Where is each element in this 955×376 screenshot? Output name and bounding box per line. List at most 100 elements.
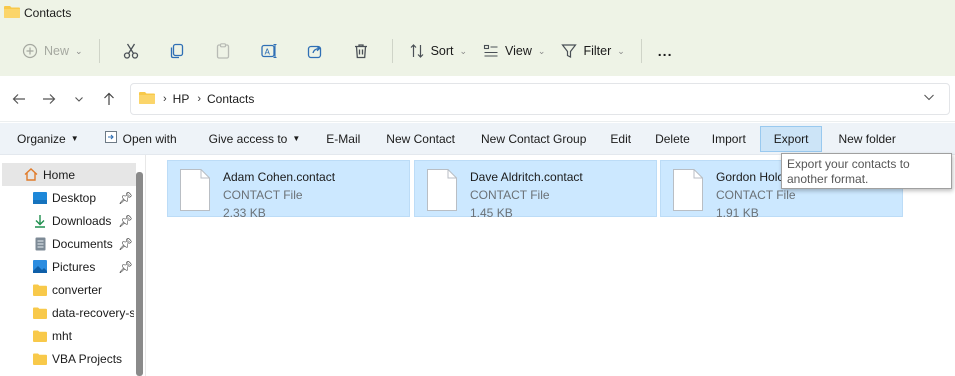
sidebar-item-label: data-recovery-sc — [52, 305, 134, 320]
open-with-icon — [104, 131, 117, 146]
pin-icon[interactable]: 📌︎ — [118, 255, 133, 278]
delete-label: Delete — [655, 131, 690, 146]
new-folder-button[interactable]: New folder — [828, 126, 905, 152]
folder-icon — [139, 91, 155, 107]
rename-button[interactable]: A — [246, 35, 292, 67]
paste-button[interactable] — [200, 35, 246, 67]
more-icon: ... — [657, 43, 673, 59]
file-icon — [427, 169, 457, 211]
email-button[interactable]: E-Mail — [316, 126, 370, 152]
filter-icon — [561, 43, 578, 59]
folder-icon — [33, 329, 47, 343]
command-bar: New ⌄ A Sort ⌄ View ⌄ Filter ⌄ ... — [0, 26, 955, 76]
edit-button[interactable]: Edit — [600, 126, 641, 152]
export-tooltip: Export your contacts to another format. — [781, 153, 952, 189]
chevron-down-icon: ⌄ — [537, 45, 546, 56]
sidebar-item-label: Downloads — [52, 213, 112, 228]
pin-icon[interactable]: 📌︎ — [118, 209, 133, 232]
sidebar-item-label: mht — [52, 328, 73, 343]
contacts-toolbar: Organize ▼ Open with Give access to ▼ E-… — [0, 123, 955, 155]
window-title: Contacts — [24, 6, 72, 20]
sidebar-item-desktop[interactable]: Desktop — [33, 186, 96, 209]
email-label: E-Mail — [326, 131, 361, 146]
folder-icon — [33, 306, 47, 320]
share-button[interactable] — [292, 35, 338, 67]
pictures-icon — [33, 260, 47, 274]
sidebar-item-label: Documents — [52, 236, 113, 251]
sidebar-item-label: Desktop — [52, 190, 97, 205]
copy-icon — [168, 42, 186, 60]
folder-icon — [4, 5, 20, 21]
edit-label: Edit — [610, 131, 632, 146]
sidebar-item-label: converter — [52, 282, 103, 297]
give-access-label: Give access to — [208, 131, 288, 146]
breadcrumb-hp[interactable]: HP — [173, 92, 190, 106]
chevron-right-icon: › — [163, 93, 167, 105]
download-arrow-icon — [33, 214, 47, 228]
pin-icon[interactable]: 📌︎ — [118, 232, 133, 255]
scissors-icon — [122, 42, 140, 60]
copy-button[interactable] — [154, 35, 200, 67]
delete-contact-button[interactable]: Delete — [645, 126, 700, 152]
import-label: Import — [711, 131, 746, 146]
view-icon — [483, 43, 499, 59]
pin-icon[interactable]: 📌︎ — [118, 186, 133, 209]
sidebar-item-data-recovery[interactable]: data-recovery-sc — [33, 301, 134, 324]
chevron-right-icon: › — [197, 93, 202, 105]
chevron-down-icon: ⌄ — [617, 45, 625, 56]
divider — [391, 39, 393, 63]
sidebar-item-downloads[interactable]: Downloads — [33, 209, 111, 232]
more-button[interactable]: ... — [650, 35, 681, 67]
breadcrumb-contacts[interactable]: Contacts — [207, 92, 254, 106]
recent-locations-chevron-icon[interactable] — [64, 94, 94, 104]
back-arrow-icon[interactable] — [4, 92, 34, 106]
sidebar-item-documents[interactable]: Documents — [33, 232, 113, 255]
give-access-button[interactable]: Give access to ▼ — [199, 126, 311, 152]
sidebar-item-home[interactable]: Home — [2, 163, 136, 186]
forward-arrow-icon[interactable] — [34, 92, 64, 106]
export-button[interactable]: Export — [759, 125, 823, 152]
delete-button[interactable] — [338, 35, 384, 67]
rename-icon: A — [260, 42, 278, 60]
address-bar[interactable]: › HP › Contacts — [130, 83, 950, 115]
file-type: CONTACT File — [223, 188, 303, 202]
view-button[interactable]: View ⌄ — [475, 35, 553, 67]
dropdown-arrow-icon: ▼ — [292, 134, 301, 143]
import-button[interactable]: Import — [702, 126, 756, 152]
sidebar-item-label: Home — [43, 167, 76, 182]
folder-icon — [33, 352, 47, 366]
organize-label: Organize — [17, 131, 66, 146]
file-size: 2.33 KB — [223, 206, 266, 220]
file-icon — [180, 169, 210, 211]
chevron-down-icon: ⌄ — [75, 45, 83, 56]
sidebar-item-converter[interactable]: converter — [33, 278, 102, 301]
cut-button[interactable] — [108, 35, 154, 67]
sort-button[interactable]: Sort ⌄ — [401, 35, 475, 67]
sidebar-scrollbar[interactable] — [136, 172, 143, 376]
dropdown-arrow-icon: ▼ — [70, 134, 79, 143]
up-arrow-icon[interactable] — [94, 92, 124, 106]
divider — [640, 39, 642, 63]
folder-icon — [33, 283, 47, 297]
sidebar-item-label: VBA Projects — [52, 351, 123, 366]
svg-text:A: A — [264, 48, 270, 57]
address-dropdown-icon[interactable] — [923, 91, 935, 106]
file-item[interactable]: Dave Aldritch.contact CONTACT File 1.45 … — [414, 160, 657, 220]
sidebar-item-pictures[interactable]: Pictures — [33, 255, 95, 278]
file-name: Gordon Holc — [716, 170, 784, 184]
sidebar-item-label: Pictures — [52, 259, 96, 274]
view-label: View — [505, 44, 532, 58]
sort-label: Sort — [430, 44, 454, 58]
new-button[interactable]: New ⌄ — [14, 35, 91, 67]
sidebar-item-vba-projects[interactable]: VBA Projects — [33, 347, 122, 370]
filter-button[interactable]: Filter ⌄ — [553, 35, 632, 67]
organize-button[interactable]: Organize ▼ — [7, 126, 89, 152]
new-contact-group-button[interactable]: New Contact Group — [471, 126, 596, 152]
new-contact-button[interactable]: New Contact — [376, 126, 465, 152]
file-item[interactable]: Adam Cohen.contact CONTACT File 2.33 KB — [167, 160, 410, 220]
sidebar-item-mht[interactable]: mht — [33, 324, 72, 347]
open-with-button[interactable]: Open with — [95, 126, 187, 152]
file-icon — [673, 169, 703, 211]
chevron-down-icon: ⌄ — [459, 45, 468, 56]
new-contact-label: New Contact — [386, 131, 455, 146]
